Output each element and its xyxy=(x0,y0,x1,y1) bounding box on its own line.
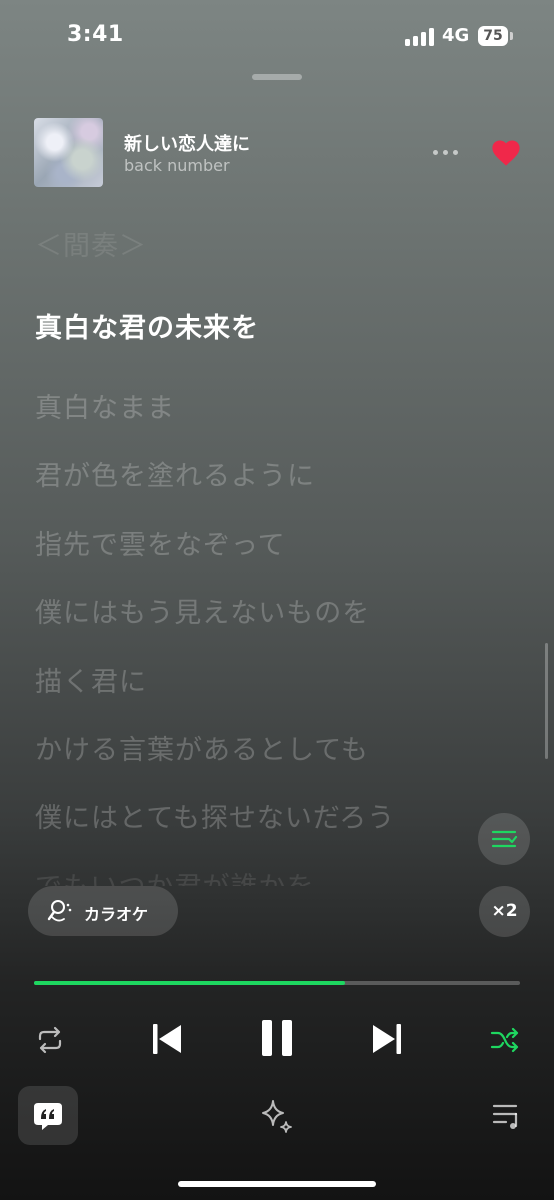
battery-tip xyxy=(510,32,513,40)
lyric-line[interactable]: かける言葉があるとしても xyxy=(35,728,369,767)
song-artist[interactable]: back number xyxy=(124,156,230,175)
heart-icon[interactable] xyxy=(489,137,523,167)
queue-icon[interactable] xyxy=(492,1102,524,1130)
lyric-line[interactable]: 真白なまま xyxy=(35,386,175,425)
karaoke-label: カラオケ xyxy=(84,905,149,924)
sheet-grabber[interactable] xyxy=(252,74,302,80)
network-type: 4G xyxy=(442,25,470,46)
lyrics-quote-button[interactable] xyxy=(18,1086,78,1145)
repeat-icon[interactable] xyxy=(35,1026,65,1054)
lyric-line[interactable]: 君が色を塗れるように xyxy=(35,454,315,493)
status-time: 3:41 xyxy=(67,22,124,47)
speed-button[interactable]: ×2 xyxy=(479,886,530,937)
status-bar: 3:41 4G 75 xyxy=(0,0,554,70)
sparkle-icon[interactable] xyxy=(259,1098,295,1134)
shuffle-icon[interactable] xyxy=(490,1026,520,1054)
progress-bar[interactable] xyxy=(34,981,520,985)
lyric-line[interactable]: 僕にはとても探せないだろう xyxy=(35,796,395,835)
lyrics-panel[interactable]: ＜間奏＞ 真白な君の未来を 真白なまま 君が色を塗れるように 指先で雲をなぞって… xyxy=(35,220,535,886)
lyrics-list-button[interactable] xyxy=(478,813,530,865)
progress-fill xyxy=(34,981,346,985)
list-check-icon xyxy=(491,830,518,848)
lyric-line[interactable]: 僕にはもう見えないものを xyxy=(35,591,370,630)
home-indicator[interactable] xyxy=(178,1181,376,1187)
cellular-signal-icon xyxy=(405,28,435,46)
karaoke-button[interactable]: カラオケ xyxy=(28,886,178,936)
lyric-line[interactable]: 真白な君の未来を xyxy=(35,306,259,345)
lyric-line[interactable]: でもいつか君が誰かを xyxy=(35,865,314,886)
lyric-line[interactable]: 指先で雲をなぞって xyxy=(35,523,286,562)
song-title[interactable]: 新しい恋人達に xyxy=(124,130,250,156)
quote-bubble-icon xyxy=(34,1103,62,1130)
scroll-indicator[interactable] xyxy=(545,643,548,759)
more-options-icon[interactable] xyxy=(430,142,462,162)
album-cover[interactable] xyxy=(34,118,103,187)
lyric-line[interactable]: ＜間奏＞ xyxy=(35,224,147,263)
next-track-icon[interactable] xyxy=(370,1022,404,1056)
pause-icon[interactable] xyxy=(258,1018,296,1058)
microphone-icon xyxy=(47,900,72,922)
previous-track-icon[interactable] xyxy=(150,1022,184,1056)
lyric-line[interactable]: 描く君に xyxy=(35,660,147,699)
battery-icon: 75 xyxy=(478,26,508,46)
